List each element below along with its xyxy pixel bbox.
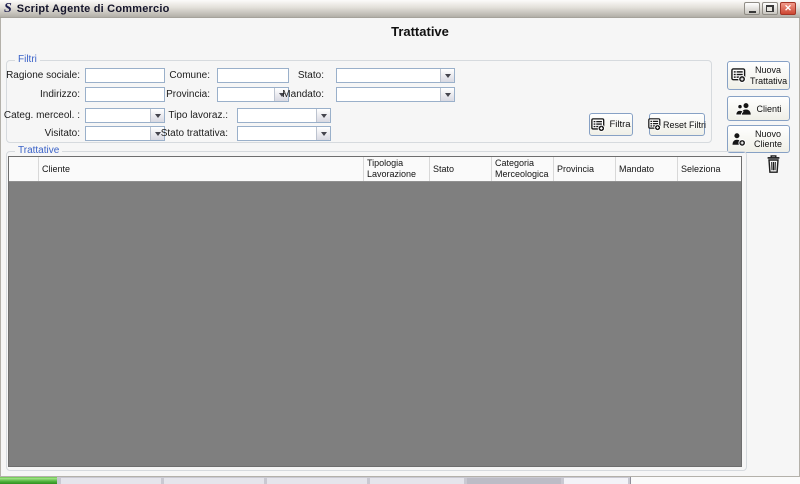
- app-logo-icon: S: [4, 1, 12, 16]
- taskbar: [0, 477, 800, 484]
- minimize-icon: [748, 10, 756, 13]
- taskbar-button[interactable]: [467, 478, 561, 484]
- clienti-button-label: Clienti: [756, 103, 782, 114]
- people-icon: [735, 102, 752, 116]
- nuovo-cliente-button-label: Nuovo Cliente: [753, 128, 782, 149]
- ragione-sociale-label: Ragione sociale:: [6, 70, 80, 81]
- grid-header-mandato[interactable]: Mandato: [616, 157, 678, 181]
- filtra-button-label: Filtra: [609, 119, 631, 130]
- grid-header-row-selector: [9, 157, 39, 181]
- stato-trattativa-combobox[interactable]: [237, 126, 331, 141]
- comune-label: Comune:: [169, 70, 210, 81]
- nuovo-cliente-button[interactable]: Nuovo Cliente: [727, 125, 790, 153]
- screen: S Script Agente di Commercio ✕ Trattativ…: [0, 0, 800, 484]
- filter-list-icon: [648, 118, 661, 131]
- new-list-icon: [731, 68, 746, 83]
- tipo-lavoraz-label: Tipo lavoraz.:: [168, 110, 228, 121]
- categ-merceol-label: Categ. merceol. :: [3, 110, 80, 121]
- clienti-button[interactable]: Clienti: [727, 96, 790, 121]
- new-person-icon: [731, 132, 746, 147]
- taskbar-button[interactable]: [61, 478, 161, 484]
- restore-button[interactable]: [762, 2, 778, 15]
- minimize-button[interactable]: [744, 2, 760, 15]
- taskbar-button[interactable]: [267, 478, 367, 484]
- stato-combobox[interactable]: [336, 68, 455, 83]
- tipo-lavoraz-dropdown-arrow-icon[interactable]: [316, 109, 330, 122]
- filtra-button[interactable]: Filtra: [589, 113, 633, 136]
- provincia-label: Provincia:: [166, 89, 210, 100]
- tipo-lavoraz-combobox[interactable]: [237, 108, 331, 123]
- grid-header-provincia[interactable]: Provincia: [554, 157, 616, 181]
- filter-list-icon: [591, 117, 606, 132]
- app-window: S Script Agente di Commercio ✕ Trattativ…: [0, 0, 800, 477]
- close-icon: ✕: [784, 3, 792, 13]
- reset-filtri-button-label: Reset Filtri: [663, 119, 707, 130]
- taskbar-buttons-area: [57, 477, 631, 484]
- indirizzo-label: Indirizzo:: [39, 89, 80, 100]
- grid-header-tipologia-lavorazione[interactable]: Tipologia Lavorazione: [364, 157, 430, 181]
- close-button[interactable]: ✕: [780, 2, 796, 15]
- taskbar-button[interactable]: [564, 478, 628, 484]
- visitato-label: Visitato:: [44, 128, 80, 139]
- grid-header-stato[interactable]: Stato: [430, 157, 492, 181]
- trattative-groupbox-label: Trattative: [15, 145, 63, 156]
- page-title: Trattative: [391, 24, 449, 39]
- stato-label: Stato:: [297, 70, 324, 81]
- titlebar: S Script Agente di Commercio ✕: [0, 0, 800, 18]
- grid-header-row: Cliente Tipologia Lavorazione Stato Cate…: [9, 157, 741, 182]
- trattative-grid[interactable]: Cliente Tipologia Lavorazione Stato Cate…: [8, 156, 742, 467]
- start-button[interactable]: [0, 477, 57, 484]
- stato-trattativa-dropdown-arrow-icon[interactable]: [316, 127, 330, 140]
- stato-trattativa-label: Stato trattativa:: [160, 128, 228, 139]
- grid-header-cliente[interactable]: Cliente: [39, 157, 364, 181]
- categ-merceol-combobox[interactable]: [85, 108, 165, 123]
- restore-icon: [766, 5, 774, 12]
- filters-groupbox-label: Filtri: [15, 54, 40, 65]
- grid-header-seleziona[interactable]: Seleziona: [678, 157, 741, 181]
- nuova-trattativa-button-label: Nuova Trattativa: [750, 65, 788, 86]
- reset-filtri-button[interactable]: Reset Filtri: [648, 113, 707, 136]
- taskbar-button[interactable]: [164, 478, 264, 484]
- titlebar-buttons: ✕: [744, 2, 796, 15]
- delete-trash-button[interactable]: [762, 152, 784, 176]
- taskbar-button[interactable]: [370, 478, 464, 484]
- mandato-combobox[interactable]: [336, 87, 455, 102]
- window-title: Script Agente di Commercio: [16, 2, 170, 15]
- mandato-label: Mandato:: [282, 89, 324, 100]
- stato-dropdown-arrow-icon[interactable]: [440, 69, 454, 82]
- nuova-trattativa-button[interactable]: Nuova Trattativa: [727, 61, 790, 90]
- grid-header-categoria-merceologica[interactable]: Categoria Merceologica: [492, 157, 554, 181]
- mandato-dropdown-arrow-icon[interactable]: [440, 88, 454, 101]
- trash-icon: [765, 154, 782, 174]
